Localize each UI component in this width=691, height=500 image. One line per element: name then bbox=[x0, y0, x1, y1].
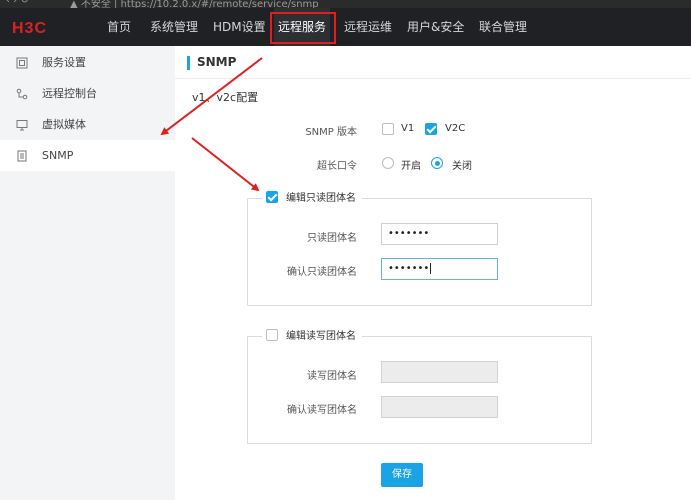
text-caret bbox=[430, 262, 432, 274]
readwrite-community-group bbox=[247, 336, 592, 444]
edit-readwrite-checkbox[interactable] bbox=[266, 329, 278, 341]
confirm-readwrite-community-label: 确认读写团体名 bbox=[287, 405, 357, 416]
divider bbox=[175, 78, 691, 79]
readwrite-community-input[interactable] bbox=[381, 361, 498, 383]
v2c-checkbox[interactable] bbox=[425, 123, 437, 135]
sidebar-item-label: SNMP bbox=[42, 149, 74, 162]
edit-readwrite-label: 编辑读写团体名 bbox=[286, 331, 356, 342]
nav-system-management[interactable]: 系统管理 bbox=[150, 8, 198, 46]
sidebar-item-remote-console[interactable]: 远程控制台 bbox=[0, 78, 175, 109]
service-settings-icon bbox=[16, 57, 28, 69]
sidebar-item-label: 远程控制台 bbox=[42, 87, 97, 100]
nav-hdm-settings[interactable]: HDM设置 bbox=[213, 8, 266, 46]
readonly-community-input[interactable]: ••••••• bbox=[381, 223, 498, 245]
browser-nav-icons[interactable]: ‹ › ↻ bbox=[6, 0, 29, 6]
page-title: SNMP bbox=[197, 55, 237, 69]
v1-checkbox[interactable] bbox=[382, 123, 394, 135]
title-accent-bar bbox=[187, 56, 190, 70]
snmp-version-label: SNMP 版本 bbox=[305, 127, 357, 138]
sidebar-item-virtual-media[interactable]: 虚拟媒体 bbox=[0, 109, 175, 140]
sidebar-item-label: 虚拟媒体 bbox=[42, 118, 86, 131]
virtual-media-icon bbox=[16, 120, 28, 131]
nav-home[interactable]: 首页 bbox=[107, 8, 131, 46]
sidebar-item-service-settings[interactable]: 服务设置 bbox=[0, 47, 175, 78]
confirm-readonly-community-input[interactable]: ••••••• bbox=[381, 258, 498, 280]
v2c-option-label: V2C bbox=[445, 123, 466, 134]
section-title: v1、v2c配置 bbox=[192, 91, 259, 104]
readonly-group-legend: 编辑只读团体名 bbox=[262, 191, 362, 207]
main-content: SNMP v1、v2c配置 SNMP 版本 V1 V2C 超长口令 开启 关闭 … bbox=[175, 46, 691, 500]
readonly-community-group bbox=[247, 198, 592, 306]
long-password-on-label: 开启 bbox=[401, 161, 421, 172]
long-password-label: 超长口令 bbox=[317, 161, 357, 172]
long-password-on-radio[interactable] bbox=[382, 157, 394, 169]
sidebar-item-label: 服务设置 bbox=[42, 56, 86, 69]
browser-url[interactable]: ▲ 不安全 | https://10.2.0.x/#/remote/servic… bbox=[70, 0, 319, 8]
sidebar: 服务设置 远程控制台 虚拟媒体 SNMP bbox=[0, 46, 175, 500]
remote-console-icon bbox=[16, 88, 28, 100]
snmp-icon bbox=[17, 150, 27, 162]
long-password-off-radio[interactable] bbox=[431, 157, 443, 169]
v1-option-label: V1 bbox=[401, 123, 415, 134]
long-password-off-label: 关闭 bbox=[452, 161, 472, 172]
nav-user-security[interactable]: 用户&安全 bbox=[407, 8, 464, 46]
confirm-readonly-community-label: 确认只读团体名 bbox=[287, 267, 357, 278]
edit-readonly-checkbox[interactable] bbox=[266, 191, 278, 203]
edit-readonly-label: 编辑只读团体名 bbox=[286, 193, 356, 204]
readonly-community-label: 只读团体名 bbox=[307, 233, 357, 244]
top-navigation: H3C 首页 系统管理 HDM设置 远程服务 远程运维 用户&安全 联合管理 bbox=[0, 8, 691, 46]
save-button[interactable]: 保存 bbox=[381, 463, 423, 487]
nav-joint-management[interactable]: 联合管理 bbox=[479, 8, 527, 46]
browser-address-bar: ‹ › ↻ ▲ 不安全 | https://10.2.0.x/#/remote/… bbox=[0, 0, 691, 8]
readwrite-group-legend: 编辑读写团体名 bbox=[262, 329, 362, 345]
svg-text:H3C: H3C bbox=[12, 20, 47, 35]
annotation-highlight-box bbox=[270, 12, 336, 44]
readonly-community-value: ••••••• bbox=[388, 228, 430, 239]
readwrite-community-label: 读写团体名 bbox=[307, 371, 357, 382]
h3c-logo: H3C bbox=[12, 20, 47, 35]
nav-remote-ops[interactable]: 远程运维 bbox=[344, 8, 392, 46]
confirm-readwrite-community-input[interactable] bbox=[381, 396, 498, 418]
sidebar-item-snmp[interactable]: SNMP bbox=[0, 140, 175, 171]
confirm-readonly-community-value: ••••••• bbox=[388, 263, 430, 274]
